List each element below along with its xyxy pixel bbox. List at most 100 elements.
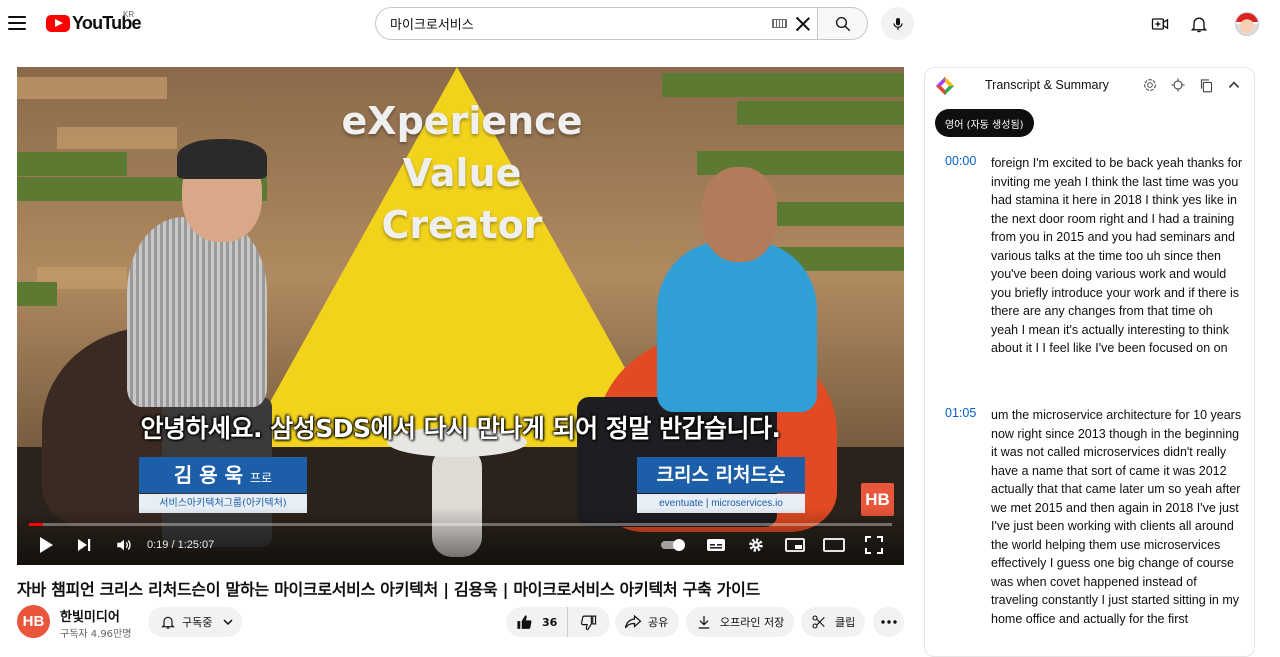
right-person <box>657 242 817 412</box>
gear-icon <box>749 538 763 552</box>
video-title: 자바 챔피언 크리스 리처드슨이 말하는 마이크로서비스 아키텍처 | 김용욱 … <box>17 580 760 599</box>
dislike-button[interactable] <box>568 607 608 637</box>
more-horizontal-icon <box>880 620 897 624</box>
video-subtitle: 안녕하세요. 삼성SDS에서 다시 만나게 되어 정말 반갑습니다. <box>140 414 781 443</box>
progress-fill <box>29 523 43 526</box>
left-person <box>127 217 267 407</box>
play-button[interactable] <box>35 533 57 557</box>
subscribed-button[interactable]: 구독중 <box>148 607 242 637</box>
thumbs-up-icon <box>517 614 532 629</box>
fullscreen-button[interactable] <box>863 533 885 557</box>
channel-avatar[interactable]: HB <box>17 605 50 638</box>
bell-icon <box>1190 17 1208 33</box>
crosshair-icon <box>1171 78 1185 92</box>
like-button[interactable]: 36 <box>506 607 568 637</box>
right-person-head <box>702 167 777 262</box>
create-button[interactable] <box>1148 12 1172 36</box>
fullscreen-icon <box>865 536 883 554</box>
collapse-button[interactable] <box>1225 76 1243 94</box>
next-button[interactable] <box>73 533 95 557</box>
wall-text-1: eXperience <box>341 99 583 143</box>
autoplay-toggle[interactable] <box>659 533 689 557</box>
chevron-down-icon <box>223 619 233 626</box>
panel-header: Transcript & Summary <box>925 68 1254 104</box>
segment-timestamp[interactable]: 01:05 <box>945 406 976 420</box>
search-query[interactable]: 마이크로서비스 <box>390 14 772 33</box>
miniplayer-button[interactable] <box>784 533 806 557</box>
download-button[interactable]: 오프라인 저장 <box>686 607 794 637</box>
progress-bar[interactable] <box>29 523 892 526</box>
mute-button[interactable] <box>113 533 135 557</box>
clip-button[interactable]: 클립 <box>801 607 865 637</box>
clip-label: 클립 <box>835 616 856 629</box>
search-button[interactable] <box>817 7 868 40</box>
miniplayer-icon <box>785 538 805 552</box>
segment-text: foreign I'm excited to be back yeah than… <box>991 156 1243 355</box>
keyboard-icon[interactable] <box>772 19 787 28</box>
channel-name[interactable]: 한빛미디어 <box>60 606 120 625</box>
subtitles-button[interactable] <box>705 533 727 557</box>
extension-logo-icon[interactable] <box>935 76 955 96</box>
settings-button[interactable] <box>745 533 767 557</box>
left-name-tag: 김 용 욱 프로 <box>139 457 307 493</box>
wall-text-2: Value <box>402 151 522 195</box>
video-player[interactable]: eXperience Value Creator 안녕하세요. 삼성SDS에서 … <box>17 67 904 565</box>
country-code: KR <box>123 10 135 19</box>
theater-icon <box>823 538 845 552</box>
more-actions-button[interactable] <box>873 607 904 637</box>
greenery <box>777 202 904 226</box>
left-name: 김 용 욱 <box>173 463 244 487</box>
left-person-hair <box>177 139 267 179</box>
like-count: 36 <box>542 615 558 629</box>
bell-icon <box>161 616 175 629</box>
segment-text: um the microservice architecture for 10 … <box>991 408 1242 626</box>
greenery <box>17 282 57 306</box>
search-icon <box>835 16 850 31</box>
share-label: 공유 <box>648 616 669 629</box>
account-avatar[interactable] <box>1235 12 1259 36</box>
wall-plank <box>57 127 177 149</box>
greenery <box>17 152 127 176</box>
clear-search-icon[interactable] <box>795 16 811 32</box>
sync-position-button[interactable] <box>1169 76 1187 94</box>
ai-summary-button[interactable] <box>1141 76 1159 94</box>
autoplay-icon <box>661 539 685 551</box>
download-icon <box>698 616 710 629</box>
greenery <box>662 73 904 97</box>
thumbs-down-icon <box>580 615 596 630</box>
like-dislike-group: 36 <box>506 607 610 637</box>
youtube-play-icon <box>46 15 70 32</box>
copy-button[interactable] <box>1197 76 1215 94</box>
openai-icon <box>1144 79 1156 91</box>
mic-icon <box>892 17 903 30</box>
transcript-segment[interactable]: 00:00 foreign I'm excited to be back yea… <box>925 154 1254 394</box>
language-chip[interactable]: 영어 (자동 생성됨) <box>935 109 1034 137</box>
copy-icon <box>1200 78 1212 92</box>
next-icon <box>78 539 91 551</box>
scissors-icon <box>812 615 825 629</box>
greenery <box>737 101 904 125</box>
play-icon <box>40 537 53 553</box>
share-icon <box>624 614 642 629</box>
download-label: 오프라인 저장 <box>720 616 785 629</box>
share-button[interactable]: 공유 <box>615 607 679 637</box>
wall-plank <box>17 77 167 99</box>
controls-shade <box>17 507 904 565</box>
create-video-icon <box>1151 18 1169 30</box>
left-title: 프로 <box>250 471 273 485</box>
segment-timestamp[interactable]: 00:00 <box>945 154 976 168</box>
subscribed-label: 구독중 <box>182 616 213 629</box>
transcript-panel: Transcript & Summary 영어 (자동 생성됨) 00:00 f… <box>924 67 1255 657</box>
wall-text-3: Creator <box>381 203 543 247</box>
captions-icon <box>707 539 725 551</box>
subscriber-count: 구독자 4.96만명 <box>60 629 132 640</box>
notifications-button[interactable] <box>1187 12 1211 36</box>
voice-search-button[interactable] <box>881 7 914 40</box>
search-input[interactable]: 마이크로서비스 <box>375 7 817 40</box>
top-bar: YouTube KR 마이크로서비스 <box>0 0 1280 48</box>
theater-mode-button[interactable] <box>823 533 845 557</box>
transcript-segment[interactable]: 01:05 um the microservice architecture f… <box>925 406 1254 656</box>
volume-icon <box>117 539 131 551</box>
panel-title: Transcript & Summary <box>985 78 1109 92</box>
menu-icon[interactable] <box>6 12 28 34</box>
